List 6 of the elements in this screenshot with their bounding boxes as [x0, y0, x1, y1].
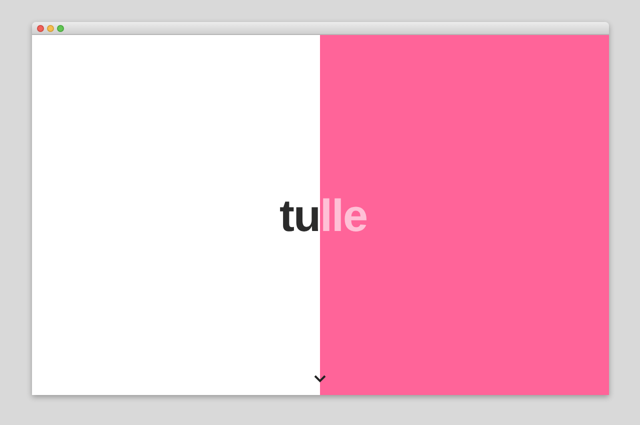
minimize-button[interactable] [47, 24, 54, 32]
zoom-button[interactable] [57, 24, 64, 32]
chevron-down-icon[interactable] [314, 375, 326, 383]
close-button[interactable] [37, 24, 44, 32]
logo-text: lle [320, 192, 368, 238]
logo-text: tu [280, 192, 320, 238]
